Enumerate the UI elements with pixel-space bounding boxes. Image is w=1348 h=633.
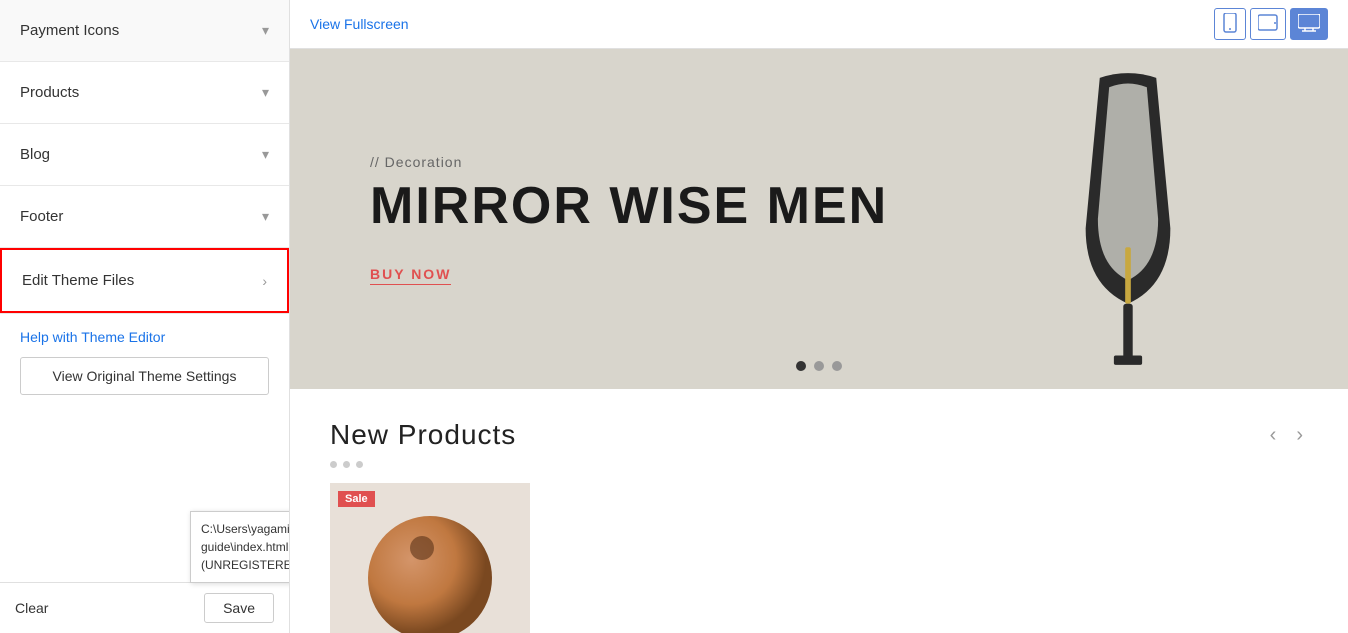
products-dot-2 [343,461,350,468]
products-row: Sale [330,483,1308,633]
desktop-icon [1298,14,1320,32]
sidebar-item-payment-icons[interactable]: Payment Icons ▾ [0,0,289,62]
edit-theme-files-label: Edit Theme Files [22,272,134,289]
sidebar-item-products[interactable]: Products ▾ [0,62,289,124]
chevron-down-icon-footer: ▾ [262,208,269,225]
preview-area[interactable]: // Decoration MIRROR WISE MEN BUY NOW [290,49,1348,633]
product-card-1[interactable]: Sale [330,483,530,633]
sidebar-item-footer[interactable]: Footer ▾ [0,186,289,248]
top-bar: View Fullscreen [290,0,1348,49]
mobile-icon [1222,13,1238,33]
products-dots-row [330,461,1308,468]
new-products-section: New Products ‹ › Sale [290,389,1348,633]
desktop-device-button[interactable] [1290,8,1328,40]
sidebar-item-label-payment-icons: Payment Icons [20,22,119,39]
tablet-device-button[interactable] [1250,8,1286,40]
sale-badge: Sale [338,491,375,507]
view-fullscreen-link[interactable]: View Fullscreen [310,16,409,32]
sidebar-scroll-area[interactable]: Payment Icons ▾ Products ▾ Blog ▾ Footer… [0,0,289,582]
view-original-theme-settings-button[interactable]: View Original Theme Settings [20,357,269,395]
chevron-down-icon-blog: ▾ [262,146,269,163]
device-icons-group [1214,8,1328,40]
chevron-down-icon-payment-icons: ▾ [262,22,269,39]
mobile-device-button[interactable] [1214,8,1246,40]
carousel-dot-3[interactable] [832,361,842,371]
products-dot-1 [330,461,337,468]
sidebar-item-blog[interactable]: Blog ▾ [0,124,289,186]
sidebar-item-label-products: Products [20,84,79,101]
clear-button[interactable]: Clear [15,600,48,616]
hero-buy-now-button[interactable]: BUY NOW [370,266,451,285]
hero-section: // Decoration MIRROR WISE MEN BUY NOW [290,49,1348,389]
sidebar-item-label-footer: Footer [20,208,63,225]
carousel-dot-1[interactable] [796,361,806,371]
mirror-decoration-image [1028,59,1228,379]
tooltip-text: C:\Users\yagami\Desktop\cool-stuff\ap-co… [201,522,290,572]
help-theme-editor-link[interactable]: Help with Theme Editor [20,329,269,345]
products-dot-3 [356,461,363,468]
chevron-down-icon-products: ▾ [262,84,269,101]
sidebar: Payment Icons ▾ Products ▾ Blog ▾ Footer… [0,0,290,633]
products-prev-arrow[interactable]: ‹ [1265,424,1282,447]
app-layout: Payment Icons ▾ Products ▾ Blog ▾ Footer… [0,0,1348,633]
main-content: View Fullscreen [290,0,1348,633]
product-sphere-image [350,493,510,633]
carousel-dots [796,361,842,371]
carousel-dot-2[interactable] [814,361,824,371]
hero-subtitle: // Decoration [370,154,888,170]
new-products-title: New Products [330,419,516,451]
hero-text-area: // Decoration MIRROR WISE MEN BUY NOW [290,154,888,283]
sidebar-item-label-blog: Blog [20,146,50,163]
products-next-arrow[interactable]: › [1291,424,1308,447]
tooltip-box: C:\Users\yagami\Desktop\cool-stuff\ap-co… [190,511,290,583]
save-button[interactable]: Save [204,593,274,623]
products-nav-arrows: ‹ › [1265,424,1308,447]
edit-theme-files-row[interactable]: Edit Theme Files › [0,248,289,313]
tablet-icon [1258,14,1278,32]
hero-image-area [819,49,1348,389]
sidebar-bottom-bar: Clear Save C:\Users\yagami\Desktop\cool-… [0,582,289,633]
sidebar-footer-area: Help with Theme Editor View Original The… [0,313,289,410]
section-header: New Products ‹ › [330,419,1308,451]
chevron-right-icon-edit-theme: › [262,273,267,289]
hero-title: MIRROR WISE MEN [370,178,888,235]
